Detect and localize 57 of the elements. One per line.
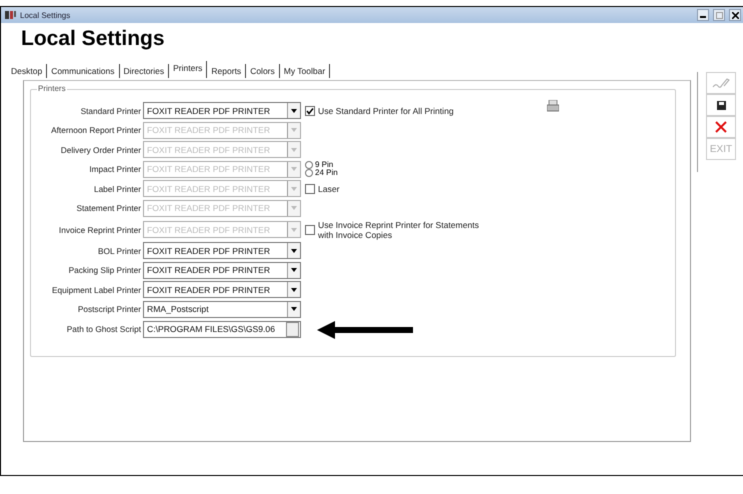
printer-dropdown[interactable]: FOXIT READER PDF PRINTER [143,281,301,298]
field-label: Equipment Label Printer [50,284,142,295]
field-label: Standard Printer [80,106,142,116]
dropdown-arrow-icon [291,206,297,210]
checkbox-label: Use Invoice Reprint Printer for Statements with Invoice Copies [318,220,480,240]
window-title: Local Settings [20,10,72,20]
close-icon [732,12,738,18]
tab[interactable]: Printers [169,61,208,78]
printer-dropdown[interactable]: FOXIT READER PDF PRINTER [143,242,301,260]
save-icon [716,100,726,110]
group-title: Printers [37,84,67,93]
field-label: Invoice Reprint Printer [58,224,142,235]
browse-button[interactable] [286,322,299,337]
save-button[interactable] [706,94,736,116]
printer-dropdown[interactable]: FOXIT READER PDF PRINTER [143,102,301,119]
dropdown-arrow-icon [291,307,297,312]
checkbox-label: Laser [318,184,340,194]
field-label: Delivery Order Printer [60,144,142,155]
app-icon [5,10,17,20]
dropdown-arrow-icon [291,228,297,232]
delete-button[interactable] [706,116,736,138]
printer-dropdown[interactable]: FOXIT READER PDF PRINTER [143,262,301,279]
field-label: Path to Ghost Script [66,324,142,334]
dropdown-arrow-icon [291,167,297,172]
dropdown-arrow-icon [291,268,297,272]
field-label: BOL Printer [96,246,142,256]
field-label: Statement Printer [75,203,142,214]
page-heading: Local Settings [21,27,166,51]
checkbox-label: Use Standard Printer for All Printing [318,106,454,116]
printer-dropdown[interactable]: RMA_Postscript [143,300,301,318]
field-label: Label Printer [92,184,142,194]
close-button[interactable] [729,9,741,21]
tab[interactable]: Colors [246,64,280,78]
checkbox[interactable] [305,106,315,116]
dropdown-arrow-icon [291,186,297,191]
tab[interactable]: My Toolbar [280,64,330,78]
tab[interactable]: Communications [47,64,120,78]
field-label: Postscript Printer [76,304,142,314]
delete-icon [715,121,727,133]
minimize-button[interactable] [697,9,709,21]
field-label: Impact Printer [88,164,142,174]
dropdown-arrow-icon [291,248,297,253]
path-field[interactable]: C:\PROGRAM FILES\GS\GS9.06 [143,320,301,338]
tab[interactable]: Reports [207,64,246,78]
dropdown-arrow-icon [291,128,297,132]
dropdown-arrow-icon [291,108,297,112]
tab[interactable]: Desktop [7,64,48,78]
tab[interactable]: Directories [120,64,170,78]
radio-label: 24 Pin [315,169,338,178]
field-label: Afternoon Report Printer [50,125,142,136]
signature-icon [712,77,730,89]
maximize-icon [716,12,722,18]
radio-label: 9 Pin [315,161,334,170]
printer-icon [547,100,559,112]
dropdown-arrow-icon [291,288,297,292]
dropdown-arrow-icon [291,148,297,152]
field-label: Packing Slip Printer [68,265,142,276]
